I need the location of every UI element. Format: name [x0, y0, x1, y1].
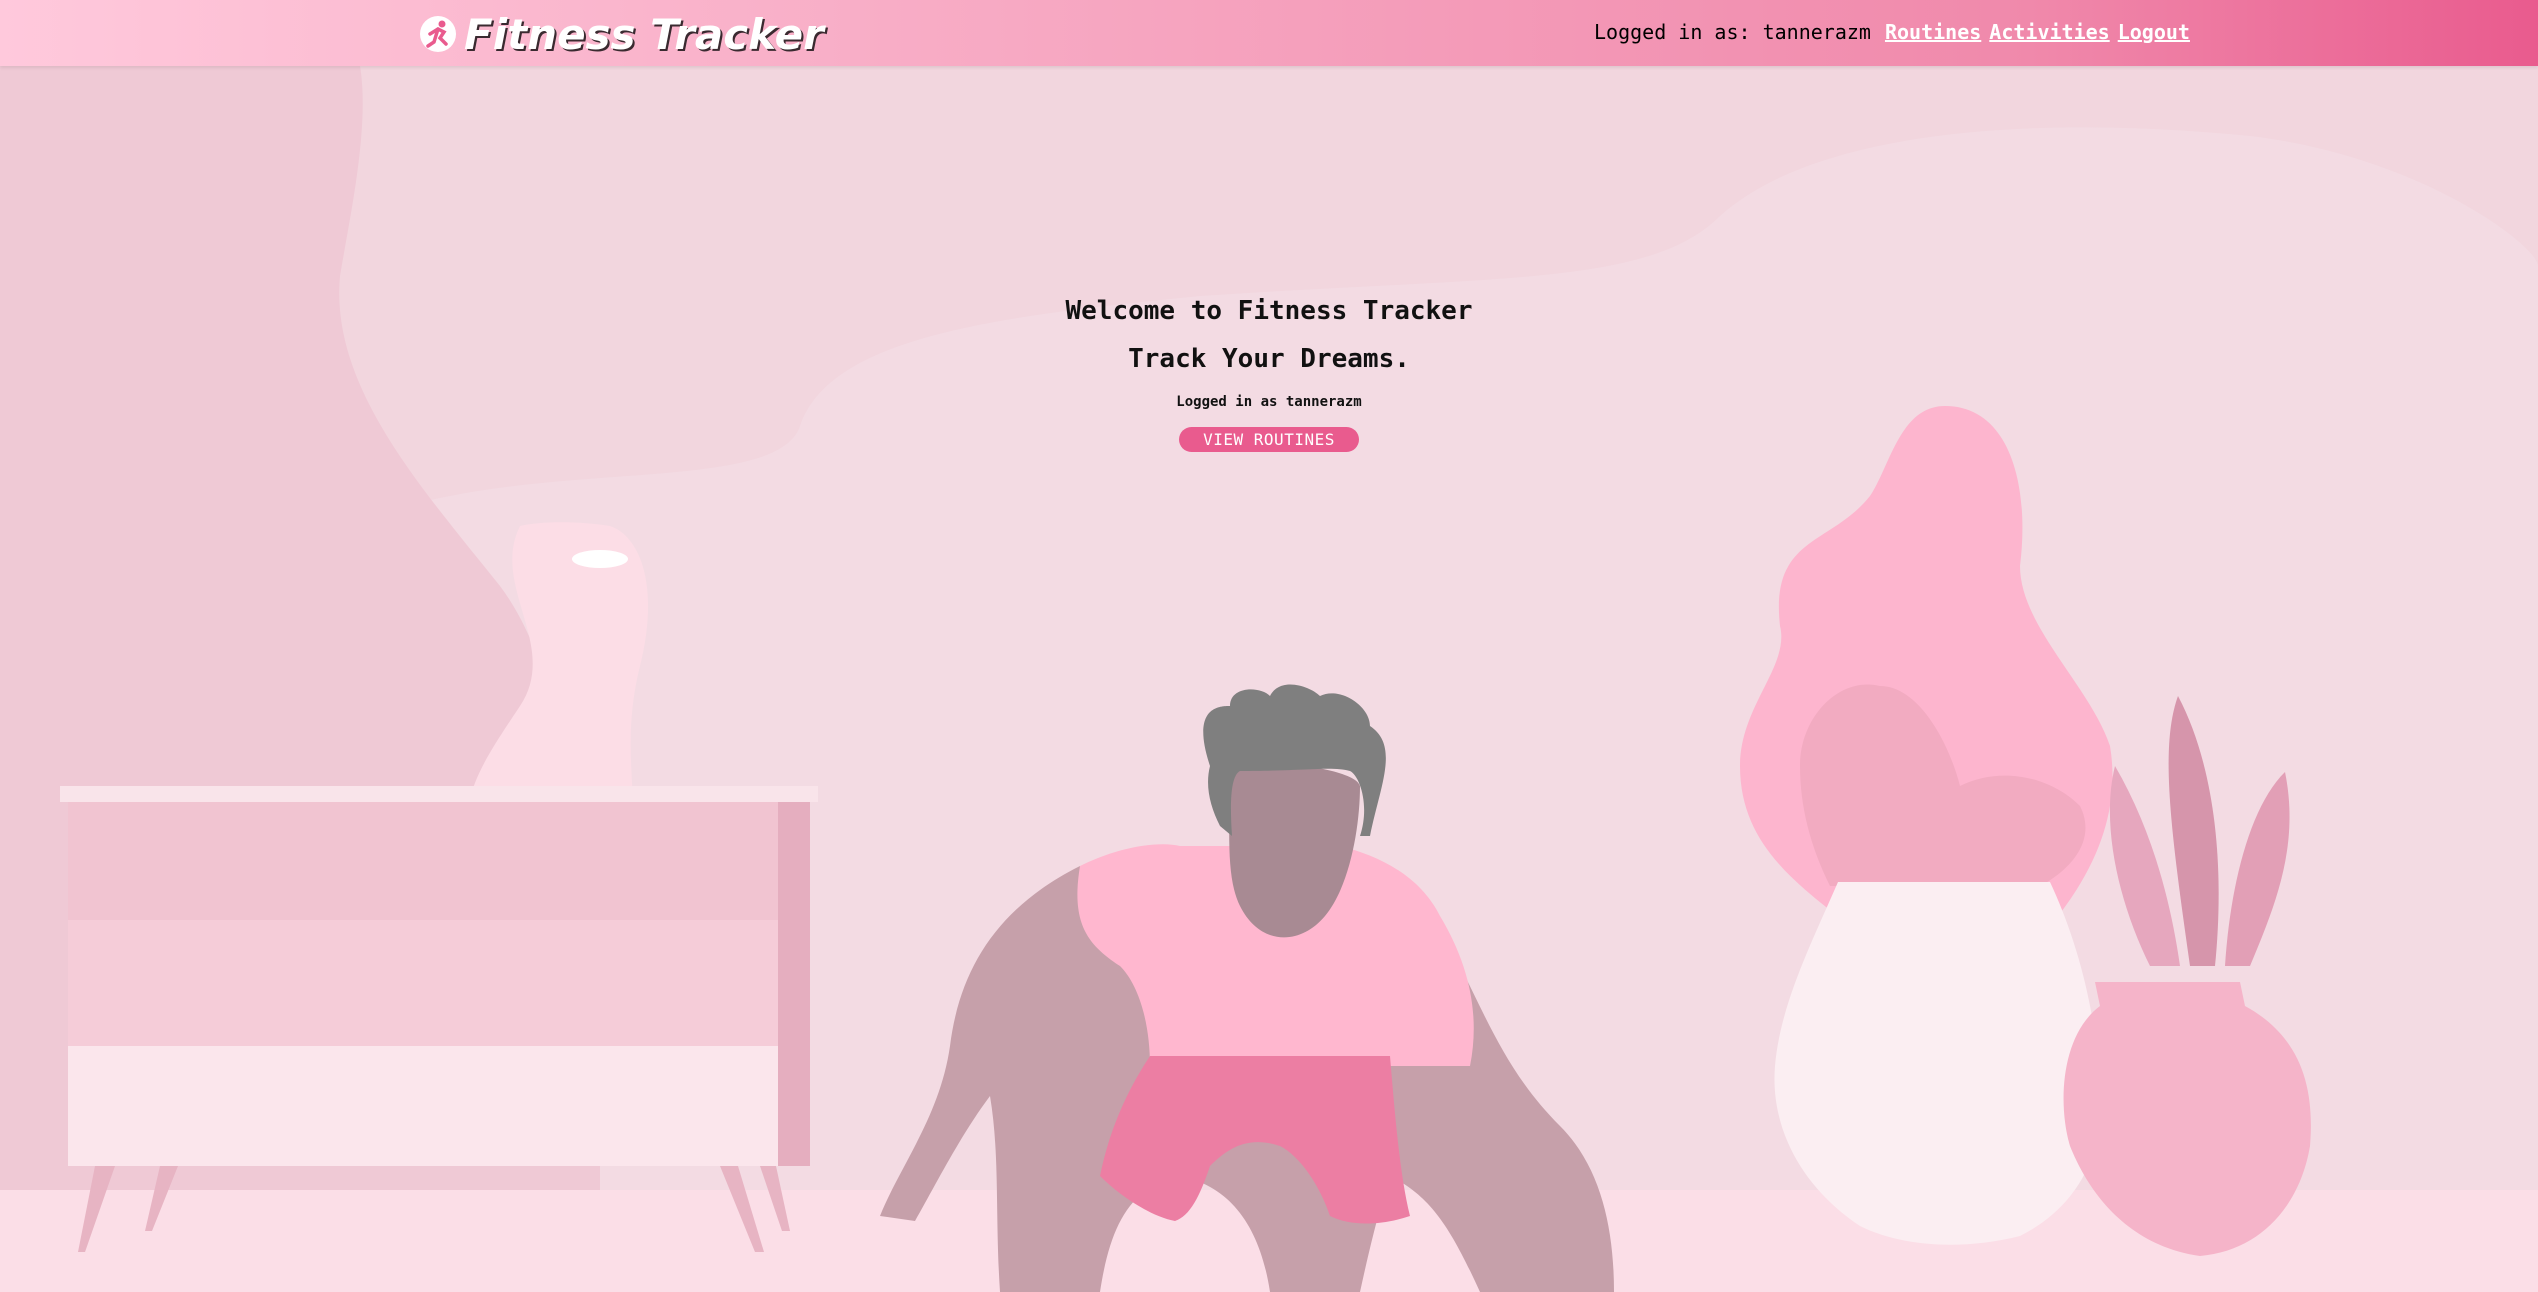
top-navbar: Fitness Tracker Logged in as: tannerazm …: [0, 0, 2538, 66]
page-subtitle: Track Your Dreams.: [1128, 344, 1410, 374]
logged-in-text: Logged in as tannerazm: [1176, 394, 1362, 410]
cta-wrapper: VIEW ROUTINES: [0, 427, 2538, 452]
nav-link-logout[interactable]: Logout: [2118, 20, 2190, 44]
logo-text: Fitness Tracker: [464, 9, 824, 59]
logo[interactable]: Fitness Tracker: [418, 9, 824, 59]
page-title: Welcome to Fitness Tracker: [1065, 296, 1473, 326]
nav-bar: Logged in as: tannerazm Routines Activit…: [1594, 20, 2198, 44]
nav-link-routines[interactable]: Routines: [1885, 20, 1981, 44]
hero-illustration: [0, 66, 2538, 1292]
nav-link-activities[interactable]: Activities: [1989, 20, 2109, 44]
runner-icon: [420, 16, 456, 52]
logged-in-label: Logged in as: tannerazm: [1594, 20, 1871, 44]
view-routines-button[interactable]: VIEW ROUTINES: [1179, 427, 1359, 452]
